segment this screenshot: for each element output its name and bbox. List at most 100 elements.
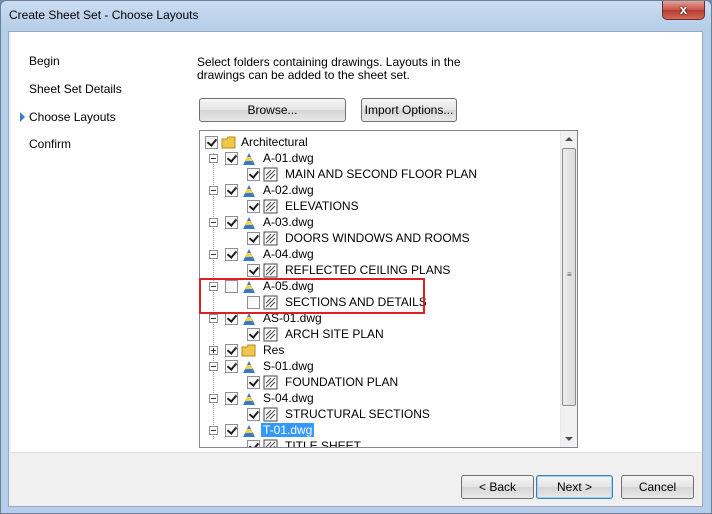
checkbox[interactable] [225,184,238,197]
layout-icon [263,199,279,214]
close-button[interactable]: x [662,1,705,20]
checkbox[interactable] [225,248,238,261]
drawing-file-icon [241,247,257,262]
tree-label: TITLE SHEET [285,439,362,448]
step-begin: Begin [29,54,60,68]
checkbox[interactable] [225,424,238,437]
step-confirm: Confirm [29,137,72,151]
tree-layout[interactable]: REFLECTED CEILING PLANS [200,262,560,278]
drawing-file-icon [241,359,257,374]
tree-layout[interactable]: ELEVATIONS [200,198,560,214]
checkbox[interactable] [247,168,260,181]
browse-button[interactable]: Browse... [199,98,346,122]
layout-icon [263,407,279,422]
checkbox[interactable] [225,216,238,229]
folder-icon [221,135,237,150]
back-button[interactable]: < Back [461,475,534,499]
tree-node[interactable]: A-02.dwg [200,182,560,198]
instructions-text: Select folders containing drawings. Layo… [197,55,461,82]
checkbox[interactable] [225,152,238,165]
tree-label: DOORS WINDOWS AND ROOMS [285,231,470,245]
collapse-icon[interactable] [209,362,218,371]
divider [9,452,702,453]
checkbox[interactable] [247,440,260,447]
drawing-file-icon [241,215,257,230]
collapse-icon[interactable] [209,394,218,403]
checkbox[interactable] [225,392,238,405]
expand-icon[interactable] [209,346,218,355]
tree-root[interactable]: Architectural [200,134,560,150]
collapse-icon[interactable] [209,186,218,195]
tree-label: ARCH SITE PLAN [285,327,384,341]
layout-icon [263,167,279,182]
tree-node[interactable]: S-01.dwg [200,358,560,374]
scroll-down-icon[interactable] [565,437,573,441]
drawing-file-icon [241,151,257,166]
checkbox[interactable] [247,264,260,277]
tree-node[interactable]: A-04.dwg [200,246,560,262]
layout-icon [263,231,279,246]
tree-layout[interactable]: DOORS WINDOWS AND ROOMS [200,230,560,246]
tree-node[interactable]: A-01.dwg [200,150,560,166]
vertical-scrollbar[interactable]: ≡ [560,131,577,447]
step-sheet-set-details: Sheet Set Details [29,82,122,96]
step-choose-layouts: Choose Layouts [29,110,116,124]
checkbox[interactable] [225,360,238,373]
collapse-icon[interactable] [209,154,218,163]
checkbox[interactable] [247,200,260,213]
next-button[interactable]: Next > [536,475,613,499]
import-options-button[interactable]: Import Options... [361,98,457,122]
scroll-up-icon[interactable] [565,137,573,141]
tree-label: STRUCTURAL SECTIONS [285,407,430,421]
collapse-icon[interactable] [209,250,218,259]
tree-label: A-04.dwg [263,247,314,261]
collapse-icon[interactable] [209,218,218,227]
scrollbar-thumb[interactable]: ≡ [562,148,576,406]
tree-layout[interactable]: TITLE SHEET [200,438,560,448]
tree-label: T-01.dwg [261,423,315,437]
checkbox[interactable] [247,328,260,341]
layout-icon [263,439,279,447]
collapse-icon[interactable] [209,426,218,435]
current-step-arrow-icon [20,112,25,122]
wizard-steps: Begin Sheet Set Details Choose Layouts C… [11,32,191,452]
dialog-window: Create Sheet Set - Choose Layouts x Begi… [0,0,712,514]
grip-icon: ≡ [567,270,572,279]
tree-label: A-01.dwg [263,151,314,165]
tree-layout[interactable]: FOUNDATION PLAN [200,374,560,390]
tree-label: Res [263,343,285,357]
tree-label: S-01.dwg [263,359,314,373]
layout-icon [263,327,279,342]
checkbox[interactable] [247,408,260,421]
folder-icon [241,343,257,358]
tree-label: Architectural [241,135,308,149]
tree-layout[interactable]: MAIN AND SECOND FLOOR PLAN [200,166,560,182]
window-title: Create Sheet Set - Choose Layouts [9,8,199,22]
tree-label: A-02.dwg [263,183,314,197]
title-bar[interactable]: Create Sheet Set - Choose Layouts x [1,1,711,31]
drawing-file-icon [241,183,257,198]
tree-node-selected[interactable]: T-01.dwg [200,422,560,438]
tree-label: REFLECTED CEILING PLANS [285,263,451,277]
checkbox[interactable] [247,232,260,245]
tree-layout[interactable]: STRUCTURAL SECTIONS [200,406,560,422]
layout-icon [263,263,279,278]
tree-node[interactable]: S-04.dwg [200,390,560,406]
tree-layout[interactable]: ARCH SITE PLAN [200,326,560,342]
dialog-client: Begin Sheet Set Details Choose Layouts C… [8,31,703,507]
close-icon: x [679,2,688,17]
tree-label: FOUNDATION PLAN [285,375,399,389]
tree-label: ELEVATIONS [285,199,359,213]
main-panel: Select folders containing drawings. Layo… [191,32,702,452]
checkbox[interactable] [225,344,238,357]
cancel-button[interactable]: Cancel [621,475,694,499]
drawing-file-icon [241,391,257,406]
checkbox[interactable] [205,136,218,149]
tree-folder-res[interactable]: Res [200,342,560,358]
collapse-icon[interactable] [209,314,218,323]
drawing-file-icon [241,423,257,438]
tree-node[interactable]: A-03.dwg [200,214,560,230]
checkbox[interactable] [247,376,260,389]
tree-label: MAIN AND SECOND FLOOR PLAN [285,167,478,181]
tree-label: A-03.dwg [263,215,314,229]
